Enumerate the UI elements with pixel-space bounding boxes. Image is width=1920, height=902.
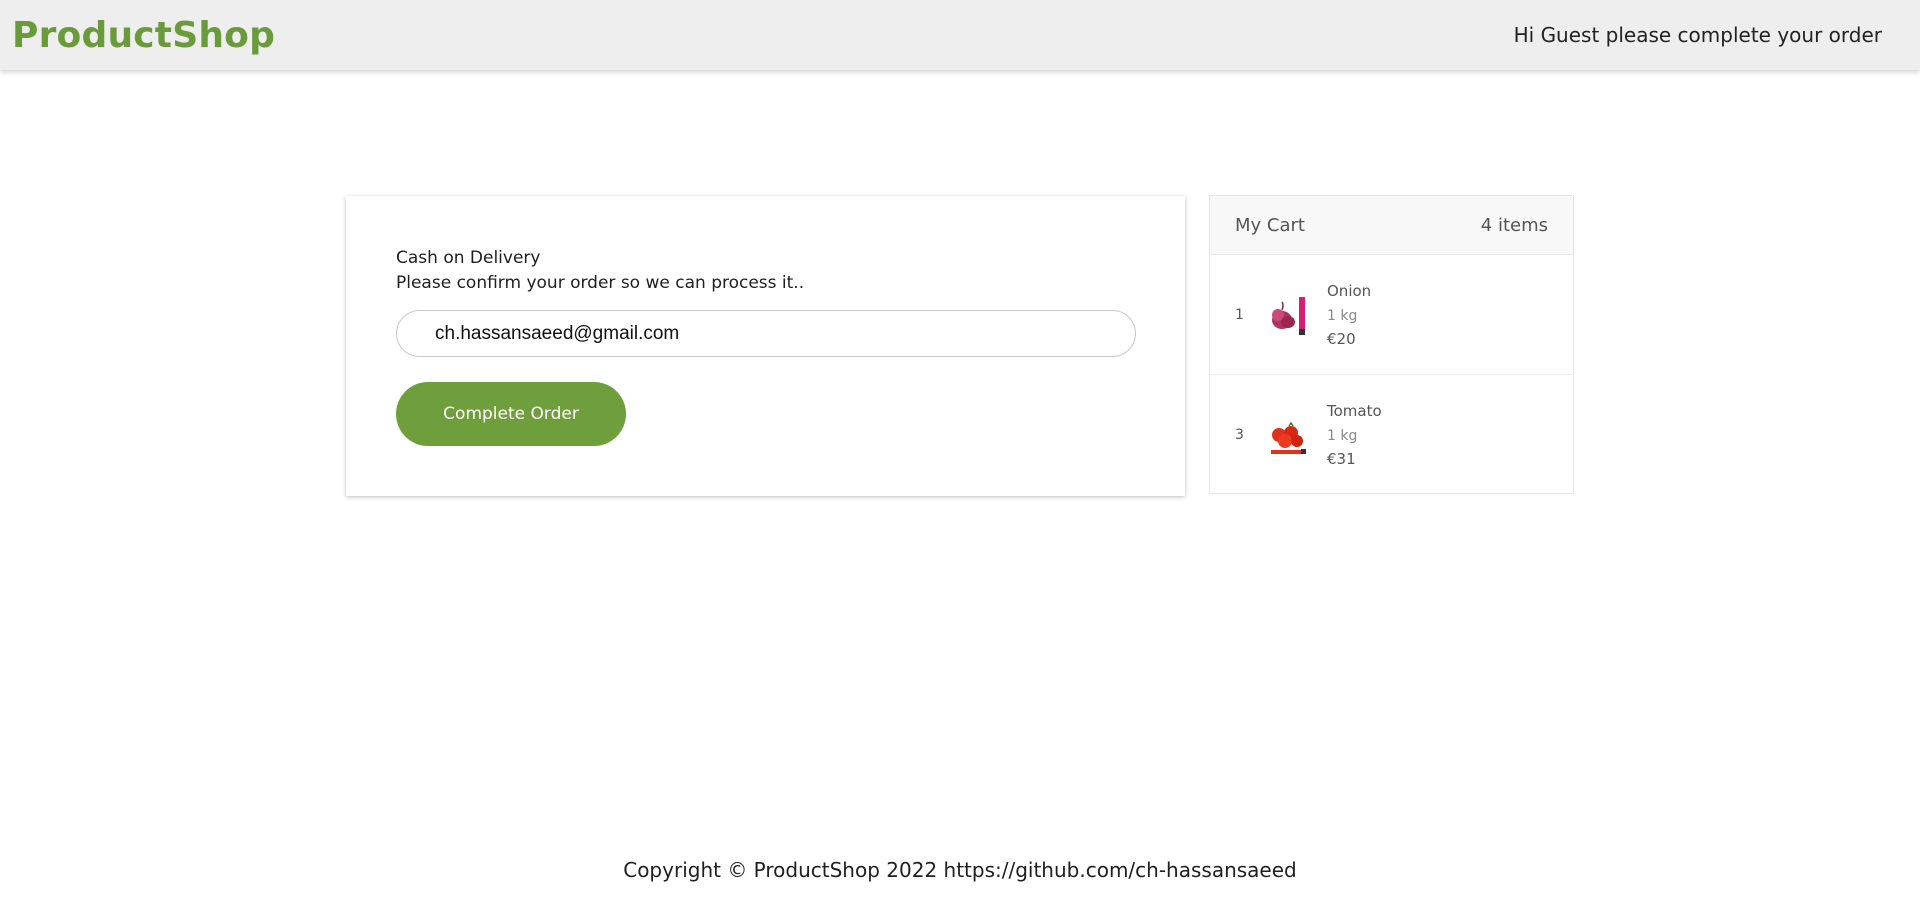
cart-item: 3 Tomato 1 kg €31 [1210, 375, 1573, 495]
item-details: Tomato 1 kg €31 [1327, 402, 1382, 468]
footer-copyright: Copyright © ProductShop 2022 https://git… [623, 858, 1297, 882]
tomato-product-icon [1265, 411, 1313, 459]
cart-header: My Cart 4 items [1210, 196, 1573, 255]
payment-method-title: Cash on Delivery [396, 248, 541, 268]
cart-title: My Cart [1235, 214, 1305, 236]
confirm-order-text: Please confirm your order so we can proc… [396, 273, 805, 293]
item-price: €31 [1327, 450, 1356, 468]
cart-item: 1 Onion 1 kg €20 [1210, 255, 1573, 375]
item-unit: 1 kg [1327, 428, 1358, 444]
onion-product-icon [1265, 290, 1313, 339]
item-quantity: 1 [1235, 306, 1244, 323]
guest-greeting: Hi Guest please complete your order [1513, 23, 1882, 47]
item-name: Tomato [1327, 402, 1382, 420]
item-price: €20 [1327, 329, 1356, 348]
item-unit: 1 kg [1327, 307, 1358, 324]
brand-logo[interactable]: ProductShop [12, 15, 275, 56]
item-details: Onion 1 kg €20 [1327, 282, 1371, 348]
email-input[interactable] [396, 310, 1136, 357]
item-name: Onion [1327, 281, 1372, 300]
complete-order-button[interactable]: Complete Order [396, 382, 626, 446]
item-quantity: 3 [1235, 427, 1244, 443]
cart-item-count: 4 items [1480, 214, 1548, 236]
order-form-card: Cash on Delivery Please confirm your ord… [346, 196, 1185, 496]
top-header: ProductShop Hi Guest please complete you… [0, 0, 1920, 70]
cart-panel: My Cart 4 items 1 Onion 1 kg €20 3 Tomat… [1209, 195, 1574, 494]
